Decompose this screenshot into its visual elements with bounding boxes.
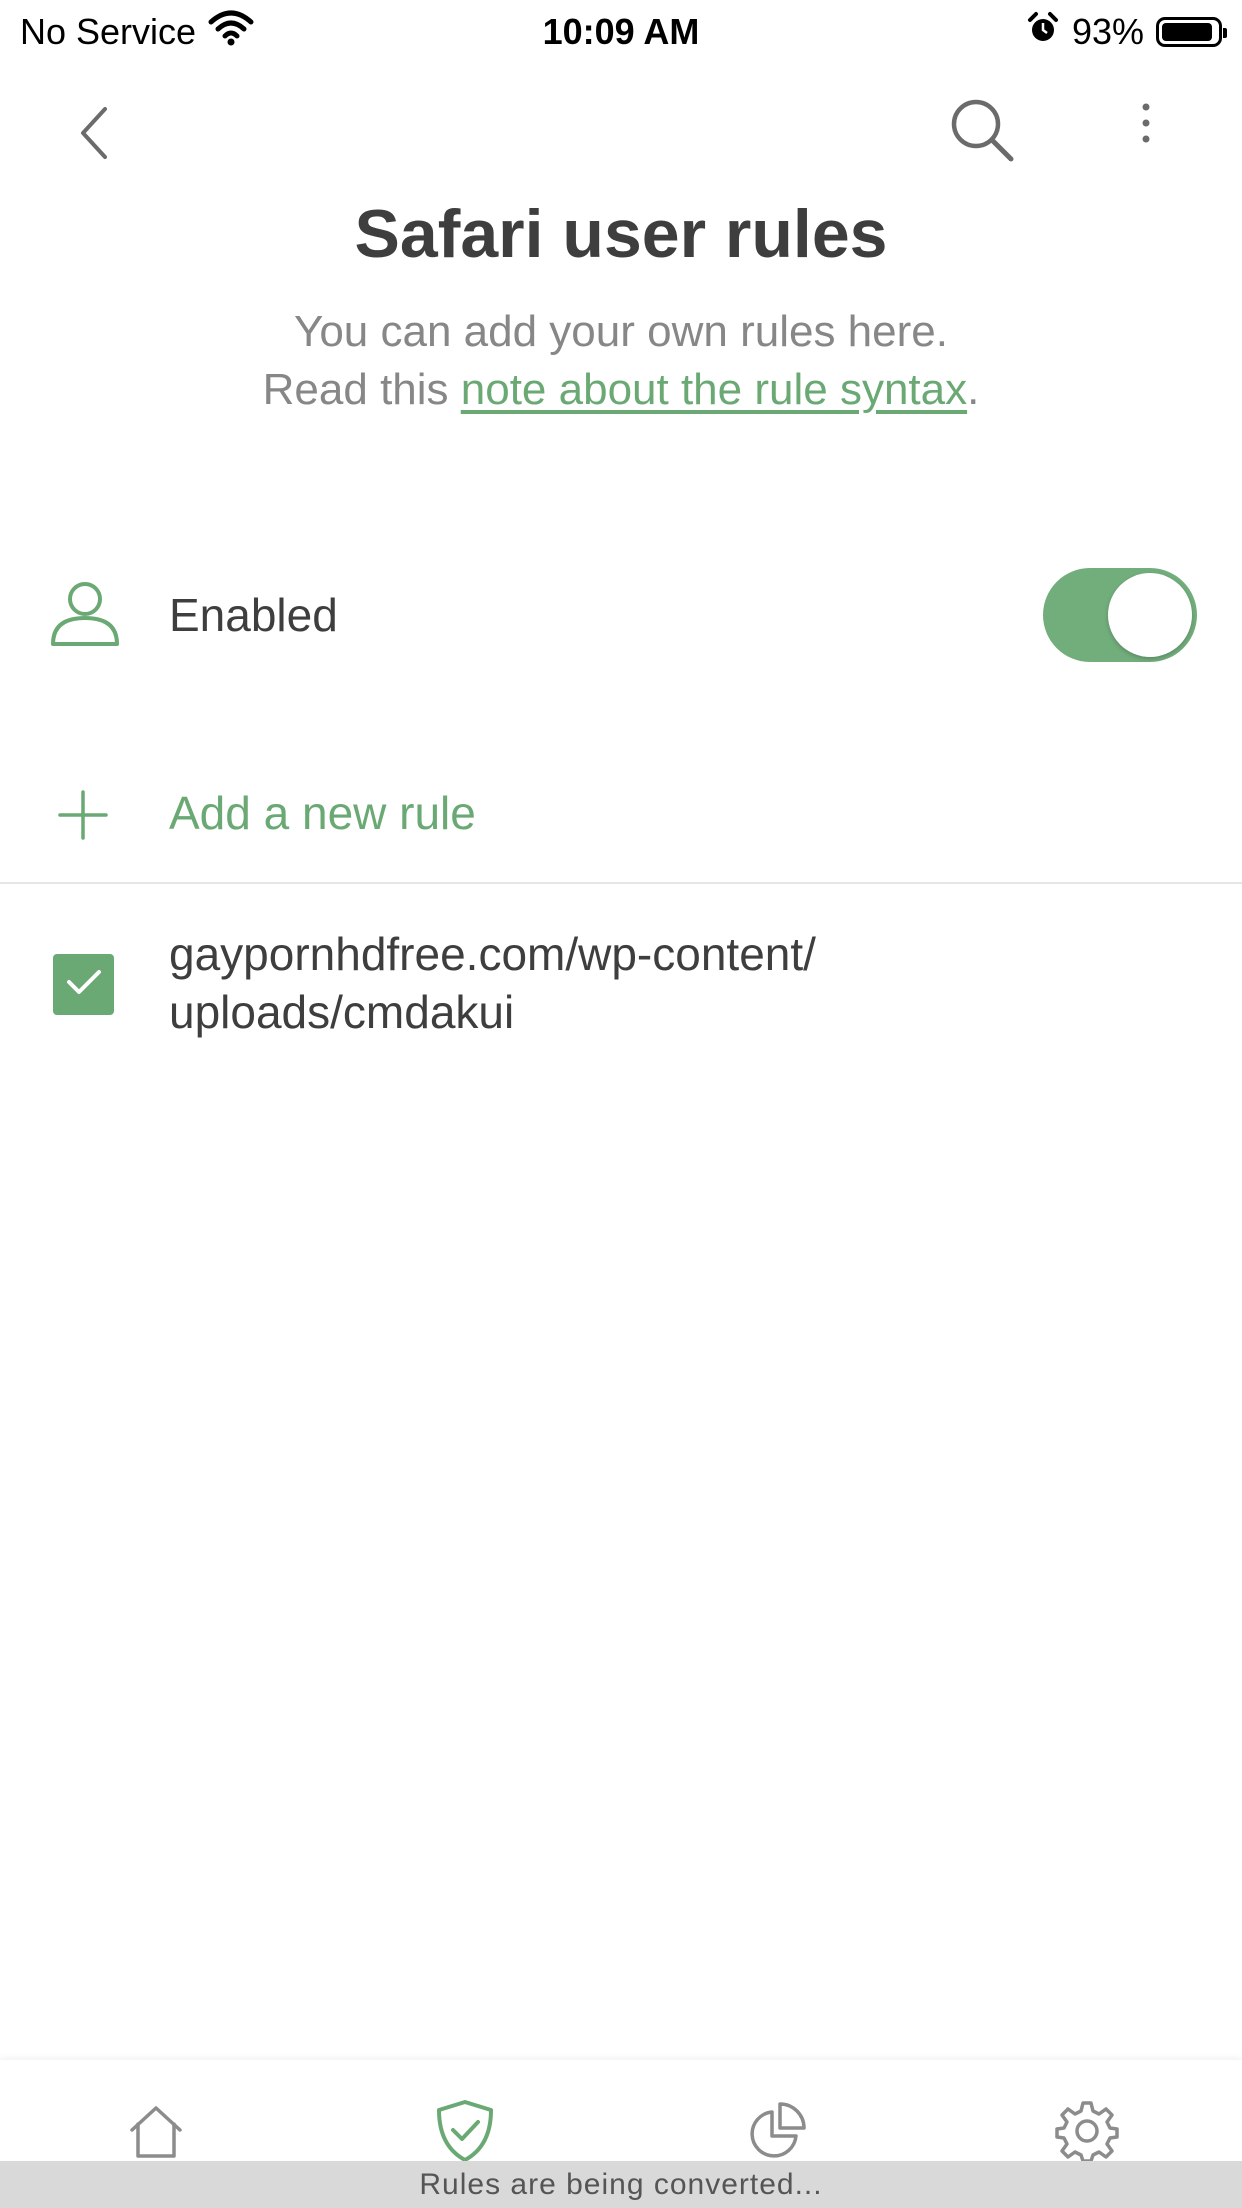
- enabled-label: Enabled: [169, 589, 338, 641]
- shield-check-icon: [433, 2098, 497, 2169]
- page-title: Safari user rules: [354, 196, 888, 272]
- add-rule-button[interactable]: Add a new rule: [169, 786, 476, 840]
- status-bar-right: 93%: [1026, 10, 1227, 54]
- search-button[interactable]: [940, 90, 1024, 174]
- more-button[interactable]: [1116, 95, 1176, 155]
- pie-chart-icon: [746, 2100, 808, 2167]
- list-item[interactable]: gaypornhdfree.com/wp-content/ uploads/cm…: [169, 925, 1169, 1041]
- subtitle-line-1: You can add your own rules here.: [294, 307, 948, 356]
- rule-checkbox[interactable]: [53, 954, 114, 1015]
- subtitle-line-2: Read this note about the rule syntax.: [0, 361, 1242, 419]
- back-chevron-icon: [75, 105, 115, 166]
- enabled-toggle[interactable]: [1043, 568, 1197, 662]
- subtitle-suffix: .: [967, 365, 980, 414]
- tab-home[interactable]: [116, 2098, 196, 2168]
- check-icon: [66, 968, 102, 1001]
- user-icon: [50, 580, 120, 651]
- rule-text-line-1: gaypornhdfree.com/wp-content/: [169, 928, 816, 980]
- page-subtitle: You can add your own rules here. Read th…: [0, 303, 1242, 419]
- gear-icon: [1055, 2099, 1119, 2168]
- search-icon: [947, 95, 1017, 170]
- tab-stats[interactable]: [737, 2098, 817, 2168]
- rule-text-line-2: uploads/cmdakui: [169, 986, 515, 1038]
- tab-settings[interactable]: [1047, 2098, 1127, 2168]
- toggle-knob: [1108, 573, 1192, 657]
- more-vertical-icon: [1140, 101, 1152, 150]
- subtitle-prefix: Read this: [262, 365, 461, 414]
- back-button[interactable]: [55, 95, 135, 175]
- conversion-status-banner: Rules are being converted...: [0, 2161, 1242, 2208]
- battery-percent: 93%: [1071, 11, 1144, 52]
- alarm-icon: [1026, 11, 1060, 54]
- home-icon: [126, 2102, 186, 2165]
- battery-icon: [1156, 17, 1227, 47]
- plus-icon: [58, 790, 108, 845]
- rule-syntax-link[interactable]: note about the rule syntax: [461, 365, 967, 414]
- divider: [0, 882, 1242, 884]
- tab-protection[interactable]: [425, 2098, 505, 2168]
